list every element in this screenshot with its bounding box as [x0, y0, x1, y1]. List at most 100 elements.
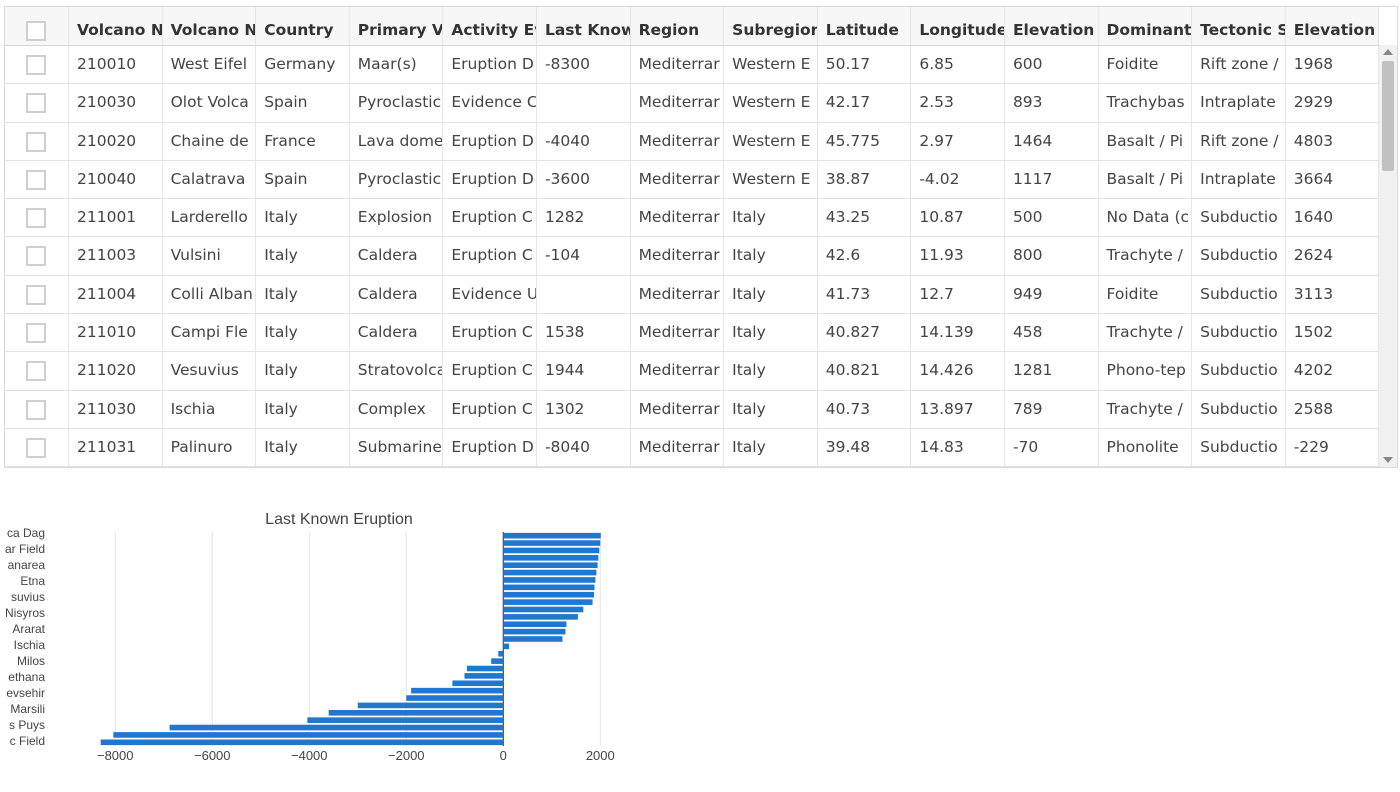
column-header[interactable]: Last Known	[537, 7, 631, 45]
table-cell[interactable]: 12.7	[911, 275, 1005, 314]
chart-bar[interactable]	[503, 621, 567, 628]
chart-bar[interactable]	[113, 732, 504, 738]
table-cell[interactable]: Stratovolca	[350, 352, 444, 390]
table-cell[interactable]: 4202	[1286, 352, 1380, 390]
table-cell[interactable]: 14.139	[911, 314, 1005, 352]
scroll-down-icon[interactable]	[1383, 457, 1393, 463]
chart-bar[interactable]	[503, 569, 597, 576]
chart-bar[interactable]	[411, 687, 504, 694]
table-cell[interactable]: Campi Fle	[163, 314, 257, 352]
table-cell[interactable]: Italy	[724, 199, 818, 237]
table-row[interactable]: 211001 Larderello Italy Explosion Eruption C…	[5, 199, 1380, 238]
table-cell[interactable]: 211004	[69, 275, 163, 314]
chart-bar[interactable]	[503, 628, 566, 635]
table-cell[interactable]: 1538	[537, 314, 631, 352]
table-cell[interactable]: Spain	[256, 84, 350, 122]
chart-bar[interactable]	[464, 673, 504, 679]
chart-bar[interactable]	[466, 665, 504, 672]
table-cell[interactable]: Italy	[724, 237, 818, 275]
table-cell[interactable]: 40.821	[818, 352, 912, 390]
table-cell[interactable]: West Eifel	[163, 46, 257, 84]
table-cell[interactable]: Italy	[724, 390, 818, 428]
table-cell[interactable]: Eruption C	[443, 390, 537, 428]
chart-bar[interactable]	[406, 695, 504, 701]
chart-bar[interactable]	[503, 540, 601, 546]
chart-bar[interactable]	[503, 643, 510, 650]
table-cell[interactable]: Vulsini	[163, 237, 257, 275]
select-all-checkbox[interactable]	[26, 21, 46, 41]
table-cell[interactable]: Italy	[724, 275, 818, 314]
table-cell[interactable]: Eruption D	[443, 122, 537, 160]
table-row[interactable]: 210040 Calatrava Spain Pyroclastic Eruption …	[5, 160, 1380, 200]
row-checkbox[interactable]	[26, 55, 46, 75]
table-cell[interactable]: Pyroclastic	[350, 84, 444, 122]
table-cell[interactable]: Mediterrar	[631, 314, 725, 352]
table-cell[interactable]: Mediterrar	[631, 160, 725, 199]
table-cell[interactable]: Western E	[724, 46, 818, 84]
table-row[interactable]: 211010 Campi Fle Italy Caldera Eruption C 153…	[5, 314, 1380, 353]
table-cell[interactable]: Eruption D	[443, 428, 537, 467]
table-cell[interactable]: 3664	[1286, 160, 1380, 199]
table-cell[interactable]: 40.827	[818, 314, 912, 352]
scrollbar-thumb[interactable]	[1382, 61, 1394, 171]
row-checkbox[interactable]	[26, 284, 46, 305]
table-cell[interactable]: Calatrava	[163, 160, 257, 199]
table-cell[interactable]: 600	[1005, 46, 1099, 84]
table-cell[interactable]: Mediterrar	[631, 275, 725, 314]
row-checkbox[interactable]	[26, 208, 46, 229]
table-cell[interactable]: 2588	[1286, 390, 1380, 428]
table-cell[interactable]: 1464	[1005, 122, 1099, 160]
table-cell[interactable]: 14.83	[911, 428, 1005, 467]
table-cell[interactable]: Foidite	[1099, 46, 1193, 84]
table-cell[interactable]: 4803	[1286, 122, 1380, 160]
table-cell[interactable]: Subductio	[1192, 314, 1286, 352]
table-cell[interactable]: Intraplate	[1192, 84, 1286, 122]
table-cell[interactable]: Italy	[256, 237, 350, 275]
column-header[interactable]: Longitude	[911, 7, 1005, 45]
column-header[interactable]: Country	[256, 7, 350, 45]
table-cell[interactable]: 1281	[1005, 352, 1099, 390]
chart-bar[interactable]	[503, 584, 595, 591]
table-cell[interactable]: 38.87	[818, 160, 912, 199]
table-cell[interactable]: 211030	[69, 390, 163, 428]
table-cell[interactable]: France	[256, 122, 350, 160]
table-cell[interactable]: No Data (c	[1099, 199, 1193, 237]
table-cell[interactable]: 211031	[69, 428, 163, 467]
row-checkbox[interactable]	[26, 323, 46, 344]
table-cell[interactable]: Subductio	[1192, 275, 1286, 314]
table-cell[interactable]: Eruption C	[443, 237, 537, 275]
table-cell[interactable]: 789	[1005, 390, 1099, 428]
table-cell[interactable]: 1944	[537, 352, 631, 390]
table-cell[interactable]: -4.02	[911, 160, 1005, 199]
table-row[interactable]: 211003 Vulsini Italy Caldera Eruption C -104 M…	[5, 237, 1380, 276]
vertical-scrollbar[interactable]	[1379, 45, 1397, 467]
table-cell[interactable]: Maar(s)	[350, 46, 444, 84]
table-cell[interactable]	[537, 84, 631, 122]
table-cell[interactable]: Eruption C	[443, 314, 537, 352]
row-checkbox[interactable]	[26, 246, 46, 267]
table-cell[interactable]: Subductio	[1192, 237, 1286, 275]
table-cell[interactable]: Complex	[350, 390, 444, 428]
table-row[interactable]: 211004 Colli Alban Italy Caldera Evidence UM…	[5, 275, 1380, 315]
table-cell[interactable]: Eruption C	[443, 199, 537, 237]
table-cell[interactable]: Western E	[724, 84, 818, 122]
column-header[interactable]: Region	[631, 7, 725, 45]
table-cell[interactable]: Mediterrar	[631, 199, 725, 237]
column-header[interactable]: Elevation (r	[1005, 7, 1099, 45]
table-cell[interactable]: Submarine	[350, 428, 444, 467]
row-checkbox[interactable]	[26, 399, 46, 420]
table-cell[interactable]: Mediterrar	[631, 237, 725, 275]
chart-bar[interactable]	[452, 680, 504, 687]
table-cell[interactable]: Evidence U	[443, 275, 537, 314]
table-cell[interactable]: 210010	[69, 46, 163, 84]
table-cell[interactable]: Eruption D	[443, 46, 537, 84]
table-cell[interactable]: 949	[1005, 275, 1099, 314]
table-cell[interactable]: 210040	[69, 160, 163, 199]
table-cell[interactable]: 3113	[1286, 275, 1380, 314]
table-cell[interactable]: Trachyte /	[1099, 390, 1193, 428]
row-checkbox[interactable]	[26, 93, 46, 114]
column-header[interactable]: Dominant R	[1099, 7, 1193, 45]
table-cell[interactable]: 1302	[537, 390, 631, 428]
chart-bar[interactable]	[503, 606, 584, 613]
table-cell[interactable]: 210030	[69, 84, 163, 122]
